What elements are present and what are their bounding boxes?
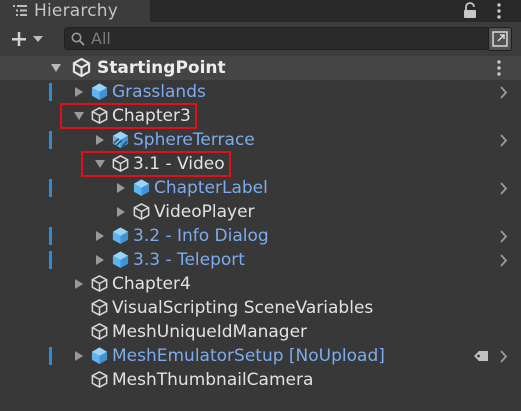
prefab-override-bar bbox=[49, 83, 52, 101]
expand-arrow-collapsed-icon[interactable] bbox=[74, 279, 84, 289]
hierarchy-item[interactable]: 3.1 - Video bbox=[0, 151, 521, 177]
item-label: MeshThumbnailCamera bbox=[112, 370, 314, 390]
open-prefab-chevron-icon[interactable] bbox=[499, 230, 508, 243]
create-plus-dropdown-button[interactable] bbox=[6, 28, 48, 50]
item-label: 3.2 - Info Dialog bbox=[133, 226, 269, 246]
item-label: 3.3 - Teleport bbox=[133, 250, 245, 270]
prefab-icon bbox=[91, 347, 108, 365]
expand-arrow-collapsed-icon[interactable] bbox=[74, 87, 84, 97]
prefab-override-bar bbox=[49, 251, 52, 269]
hierarchy-item[interactable]: MeshEmulatorSetup [NoUpload] bbox=[0, 344, 521, 368]
maximize-icon bbox=[492, 31, 508, 47]
maximize-button[interactable] bbox=[488, 27, 512, 51]
gameobject-icon bbox=[91, 299, 108, 316]
hierarchy-item[interactable]: Chapter4 bbox=[0, 272, 521, 296]
search-field[interactable] bbox=[64, 27, 490, 50]
open-prefab-chevron-icon[interactable] bbox=[499, 134, 508, 147]
prefab-icon bbox=[112, 227, 129, 245]
gameobject-icon bbox=[91, 323, 108, 340]
search-icon bbox=[71, 32, 85, 46]
item-label: ChapterLabel bbox=[154, 178, 268, 198]
gameobject-icon bbox=[133, 203, 150, 220]
item-label: MeshEmulatorSetup [NoUpload] bbox=[112, 346, 385, 366]
expand-arrow-collapsed-icon[interactable] bbox=[74, 351, 84, 361]
prefab-override-bar bbox=[49, 347, 52, 365]
panel-title: Hierarchy bbox=[34, 1, 118, 21]
open-prefab-chevron-icon[interactable] bbox=[499, 350, 508, 363]
prefab-override-bar bbox=[49, 131, 52, 149]
open-prefab-chevron-icon[interactable] bbox=[499, 182, 508, 195]
search-input[interactable] bbox=[91, 28, 481, 49]
hierarchy-item[interactable]: MeshThumbnailCamera bbox=[0, 368, 521, 392]
hierarchy-item[interactable]: 3.3 - Teleport bbox=[0, 248, 521, 272]
hierarchy-item[interactable]: SphereTerrace bbox=[0, 128, 521, 152]
expand-arrow-collapsed-icon[interactable] bbox=[95, 255, 105, 265]
item-label: VideoPlayer bbox=[154, 202, 255, 222]
highlight-box bbox=[60, 103, 197, 129]
item-label: SphereTerrace bbox=[133, 130, 255, 150]
item-label: VisualScripting SceneVariables bbox=[112, 298, 374, 318]
prefab-override-bar bbox=[49, 179, 52, 197]
scene-menu-icon[interactable] bbox=[495, 59, 503, 77]
prefab-icon bbox=[91, 83, 108, 101]
expand-arrow-collapsed-icon[interactable] bbox=[95, 135, 105, 145]
tag-icon bbox=[474, 351, 488, 361]
item-label: Chapter4 bbox=[112, 274, 191, 294]
hierarchy-item[interactable]: ChapterLabel bbox=[0, 176, 521, 200]
expand-arrow-collapsed-icon[interactable] bbox=[116, 183, 126, 193]
scene-name: StartingPoint bbox=[97, 58, 226, 78]
hierarchy-item[interactable]: Grasslands bbox=[0, 80, 521, 104]
hierarchy-item[interactable]: VisualScripting SceneVariables bbox=[0, 296, 521, 320]
hierarchy-toolbar bbox=[0, 22, 521, 57]
hierarchy-list-icon bbox=[13, 5, 27, 16]
expand-arrow-collapsed-icon[interactable] bbox=[95, 231, 105, 241]
open-prefab-chevron-icon[interactable] bbox=[499, 254, 508, 267]
hierarchy-item[interactable]: 3.2 - Info Dialog bbox=[0, 224, 521, 248]
expand-arrow-collapsed-icon[interactable] bbox=[116, 207, 126, 217]
hierarchy-item[interactable]: VideoPlayer bbox=[0, 200, 521, 224]
hierarchy-item[interactable]: Chapter3 bbox=[0, 103, 521, 129]
gameobject-icon bbox=[91, 275, 108, 292]
expand-arrow-expanded-icon[interactable] bbox=[51, 63, 61, 73]
prefab-override-bar bbox=[49, 227, 52, 245]
item-label: Grasslands bbox=[112, 82, 206, 102]
item-label: MeshUniqueIdManager bbox=[112, 322, 308, 342]
scene-row[interactable]: StartingPoint bbox=[0, 56, 521, 80]
prefab-icon bbox=[133, 179, 150, 197]
hierarchy-item[interactable]: MeshUniqueIdManager bbox=[0, 320, 521, 344]
lock-icon[interactable] bbox=[462, 2, 478, 19]
highlight-box bbox=[81, 151, 231, 177]
open-prefab-chevron-icon[interactable] bbox=[499, 86, 508, 99]
prefab-icon bbox=[112, 251, 129, 269]
panel-tab-bar: Hierarchy bbox=[0, 0, 521, 22]
unity-scene-icon bbox=[72, 58, 91, 77]
gameobject-icon bbox=[91, 371, 108, 388]
kebab-menu-icon[interactable] bbox=[495, 2, 503, 20]
tab-hierarchy[interactable]: Hierarchy bbox=[0, 0, 150, 22]
prefab-variant-icon bbox=[112, 131, 129, 149]
